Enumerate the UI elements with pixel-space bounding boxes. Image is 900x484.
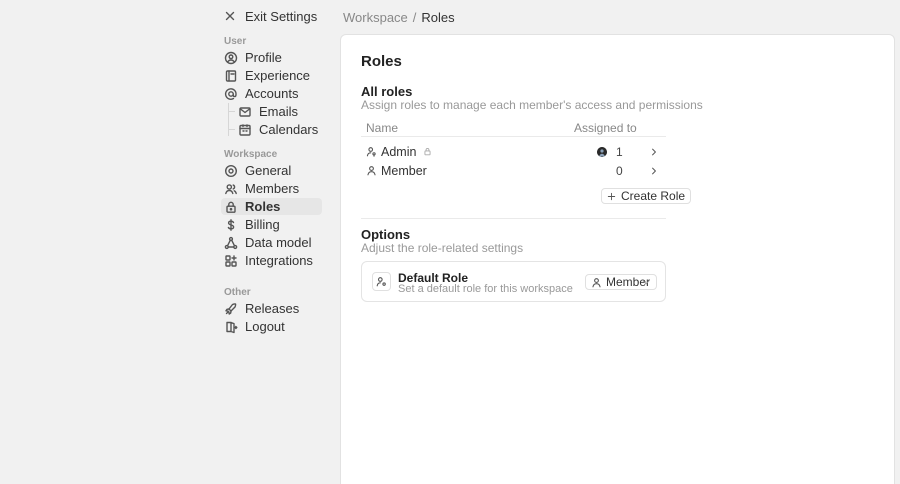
column-header-assigned-to: Assigned to <box>574 121 637 135</box>
options-heading: Options <box>361 227 411 242</box>
sidebar-item-roles[interactable]: Roles <box>221 198 322 215</box>
sidebar-item-label: Accounts <box>245 86 299 101</box>
sidebar-item-label: Calendars <box>259 122 319 137</box>
dollar-icon <box>224 218 238 232</box>
table-divider <box>361 218 666 219</box>
assigned-count: 0 <box>616 163 623 178</box>
sidebar-item-label: Billing <box>245 217 280 232</box>
default-role-description: Set a default role for this workspace <box>398 283 573 295</box>
chevron-right-icon <box>649 147 659 157</box>
all-roles-heading: All roles <box>361 84 413 99</box>
user-icon <box>366 165 377 176</box>
sidebar-item-label: Releases <box>245 301 300 316</box>
user-circle-icon <box>224 51 238 65</box>
default-role-select[interactable]: Member <box>585 274 657 290</box>
section-label-workspace: Workspace <box>224 149 278 160</box>
role-name: Admin <box>366 145 432 159</box>
sidebar-item-members[interactable]: Members <box>221 180 322 197</box>
role-name-label: Member <box>381 163 427 178</box>
sidebar-item-logout[interactable]: Logout <box>221 318 322 335</box>
sidebar-item-billing[interactable]: Billing <box>221 216 322 233</box>
chevron-down-icon <box>641 276 651 288</box>
role-name-label: Admin <box>381 144 417 159</box>
at-sign-icon <box>224 87 238 101</box>
breadcrumb: Workspace / Roles <box>343 10 455 25</box>
options-description: Adjust the role-related settings <box>361 241 524 255</box>
all-roles-description: Assign roles to manage each member's acc… <box>361 98 703 112</box>
user-settings-icon <box>372 272 391 291</box>
default-role-card: Default Role Set a default role for this… <box>361 261 666 302</box>
sidebar-item-data-model[interactable]: Data model <box>221 234 322 251</box>
page-title: Roles <box>361 53 402 70</box>
sidebar-item-profile[interactable]: Profile <box>221 49 322 66</box>
settings-panel: Roles All roles Assign roles to manage e… <box>340 34 895 484</box>
chevron-right-icon <box>649 166 659 176</box>
sidebar-item-label: Profile <box>245 50 282 65</box>
calendar-icon <box>238 123 252 137</box>
section-label-other: Other <box>224 287 251 298</box>
roles-table-header: Name Assigned to <box>361 116 666 137</box>
column-header-name: Name <box>366 121 399 135</box>
mail-icon <box>238 105 252 119</box>
sidebar-item-label: Members <box>245 181 300 196</box>
exit-settings-button[interactable]: Exit Settings <box>223 8 318 24</box>
breadcrumb-current: Roles <box>421 10 455 25</box>
plus-icon <box>607 192 616 201</box>
logout-icon <box>224 320 238 334</box>
sidebar-item-label: Integrations <box>245 253 313 268</box>
exit-settings-label: Exit Settings <box>245 8 318 24</box>
create-role-label: Create Role <box>621 189 686 203</box>
users-icon <box>224 182 238 196</box>
sidebar-item-label: General <box>245 163 292 178</box>
table-row-admin[interactable]: Admin 1 <box>361 142 666 161</box>
sidebar-item-releases[interactable]: Releases <box>221 300 322 317</box>
sidebar-item-integrations[interactable]: Integrations <box>221 252 322 269</box>
lock-icon <box>423 147 432 156</box>
role-name: Member <box>366 164 427 178</box>
sidebar-item-label: Data model <box>245 235 312 250</box>
sidebar-item-label: Experience <box>245 68 311 83</box>
table-row-member[interactable]: Member 0 <box>361 161 666 180</box>
accounts-tree-tick <box>228 129 235 130</box>
settings-icon <box>224 164 238 178</box>
sidebar-item-accounts[interactable]: Accounts <box>221 85 322 102</box>
avatar <box>597 146 607 157</box>
close-icon <box>223 9 237 23</box>
rocket-icon <box>224 302 238 316</box>
breadcrumb-separator: / <box>412 10 417 25</box>
lock-icon <box>224 200 238 214</box>
assigned-count: 1 <box>616 144 623 159</box>
apps-icon <box>224 254 238 268</box>
sidebar-item-label: Emails <box>259 104 299 119</box>
sidebar-item-label: Roles <box>245 199 281 214</box>
book-icon <box>224 69 238 83</box>
hierarchy-icon <box>224 236 238 250</box>
create-role-button[interactable]: Create Role <box>601 188 692 204</box>
sidebar-item-label: Logout <box>245 319 285 334</box>
user-key-icon <box>366 146 377 157</box>
sidebar-item-general[interactable]: General <box>221 162 322 179</box>
breadcrumb-workspace-link[interactable]: Workspace <box>343 10 408 25</box>
accounts-tree-line <box>228 103 229 136</box>
accounts-tree-tick <box>228 111 235 112</box>
section-label-user: User <box>224 36 247 47</box>
sidebar-item-experience[interactable]: Experience <box>221 67 322 84</box>
sidebar-item-calendars[interactable]: Calendars <box>236 121 322 138</box>
sidebar-item-emails[interactable]: Emails <box>236 103 322 120</box>
user-icon <box>591 277 602 288</box>
